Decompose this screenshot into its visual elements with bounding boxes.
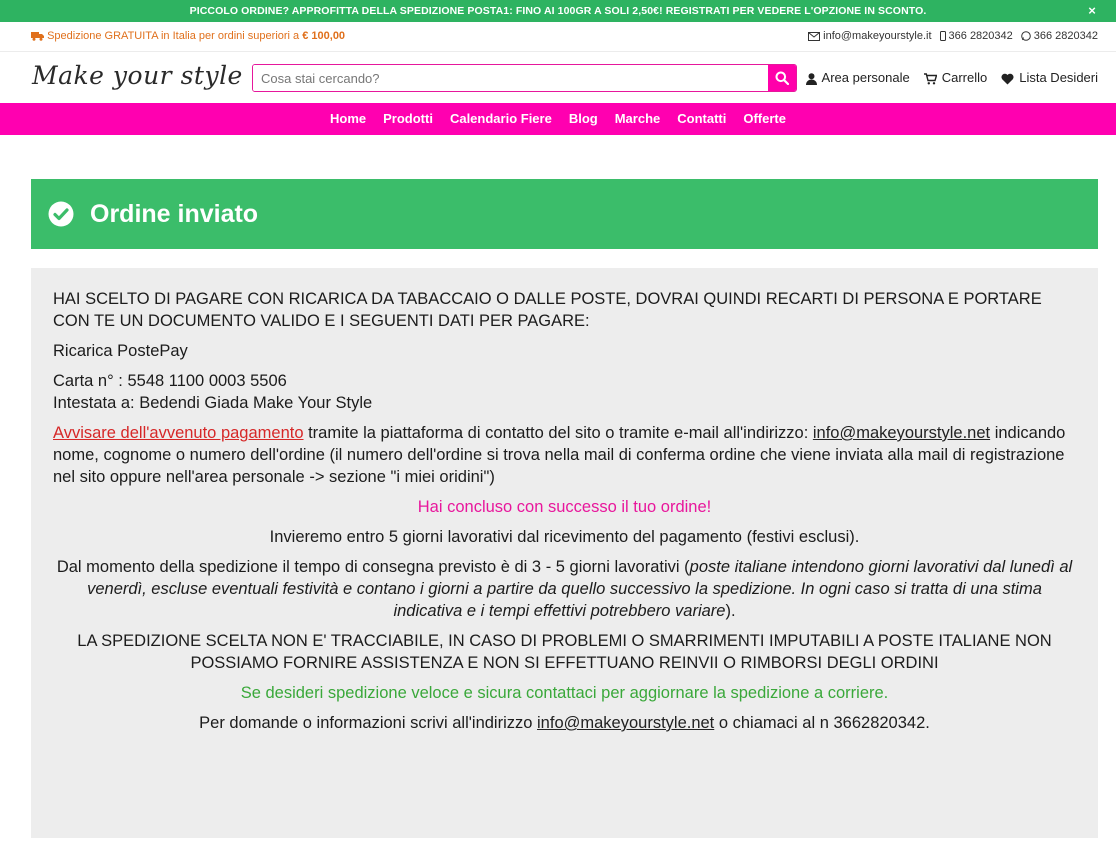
contact-whatsapp[interactable]: 366 2820342 (1020, 30, 1098, 42)
notify-text-1: tramite la piattaforma di contatto del s… (303, 424, 813, 442)
search-button[interactable] (768, 65, 796, 91)
wishlist-link[interactable]: Lista Desideri (1001, 70, 1098, 85)
delivery-text-2: ). (725, 602, 736, 620)
payment-method: Ricarica PostePay (53, 342, 188, 360)
cart-label: Carrello (941, 70, 988, 85)
contact-note: Per domande o informazioni scrivi all'in… (53, 712, 1076, 734)
tracking-warning: LA SPEDIZIONE SCELTA NON E' TRACCIABILE,… (77, 632, 1052, 672)
main-nav: Home Prodotti Calendario Fiere Blog Marc… (0, 103, 1116, 135)
nav-item-home[interactable]: Home (330, 103, 366, 135)
card-holder: Intestata a: Bedendi Giada Make Your Sty… (53, 394, 373, 412)
contact-email-link[interactable]: info@makeyourstyle.net (537, 714, 714, 732)
success-message: Hai concluso con successo il tuo ordine! (417, 498, 712, 516)
payment-notify: Avvisare dell'avvenuto pagamento tramite… (53, 422, 1076, 488)
wishlist-label: Lista Desideri (1019, 70, 1098, 85)
contact-note-text-2: o chiamaci al n 3662820342. (714, 714, 930, 732)
shipping-time: Invieremo entro 5 giorni lavorativi dal … (269, 528, 860, 546)
delivery-info: Dal momento della spedizione il tempo di… (53, 556, 1076, 622)
account-label: Area personale (821, 70, 910, 85)
account-link[interactable]: Area personale (805, 70, 910, 85)
whatsapp-icon (1020, 30, 1031, 42)
card-number: Carta n° : 5548 1100 0003 5506 (53, 372, 287, 390)
site-header: Make your style Area personale Carrello … (0, 53, 1116, 103)
site-logo[interactable]: Make your style (32, 61, 243, 90)
free-shipping-text: Spedizione GRATUITA in Italia per ordini… (47, 30, 300, 42)
contact-phone-text: 366 2820342 (948, 30, 1013, 42)
free-shipping-note: Spedizione GRATUITA in Italia per ordini… (31, 30, 345, 42)
search-icon (775, 69, 789, 87)
courier-upgrade-note: Se desideri spedizione veloce e sicura c… (240, 684, 889, 702)
order-success-banner: Ordine inviato (31, 179, 1098, 249)
user-icon (805, 70, 817, 85)
nav-item-prodotti[interactable]: Prodotti (383, 103, 433, 135)
contact-whatsapp-text: 366 2820342 (1033, 30, 1098, 42)
page-title: Ordine inviato (90, 199, 259, 228)
promo-banner: PICCOLO ORDINE? APPROFITTA DELLA SPEDIZI… (0, 0, 1116, 22)
nav-item-offerte[interactable]: Offerte (743, 103, 786, 135)
mobile-phone-icon (939, 30, 946, 42)
search-input[interactable] (253, 65, 768, 91)
free-shipping-amount: € 100,00 (302, 30, 346, 42)
contact-phone[interactable]: 366 2820342 (939, 30, 1013, 42)
order-details: HAI SCELTO DI PAGARE CON RICARICA DA TAB… (31, 268, 1098, 838)
nav-item-calendario-fiere[interactable]: Calendario Fiere (450, 103, 552, 135)
delivery-text-1: Dal momento della spedizione il tempo di… (56, 558, 690, 576)
nav-item-marche[interactable]: Marche (615, 103, 661, 135)
contact-note-text-1: Per domande o informazioni scrivi all'in… (199, 714, 538, 732)
close-icon[interactable]: × (1088, 0, 1096, 22)
contact-email-text: info@makeyourstyle.it (823, 30, 932, 42)
promo-text: PICCOLO ORDINE? APPROFITTA DELLA SPEDIZI… (189, 5, 927, 17)
heart-icon (1001, 70, 1014, 85)
payment-data: Carta n° : 5548 1100 0003 5506 Intestata… (53, 370, 1076, 414)
search-bar (252, 64, 797, 92)
info-bar: Spedizione GRATUITA in Italia per ordini… (0, 22, 1116, 52)
nav-item-blog[interactable]: Blog (569, 103, 598, 135)
payment-intro: HAI SCELTO DI PAGARE CON RICARICA DA TAB… (53, 290, 1042, 330)
truck-icon (31, 30, 47, 42)
header-links: Area personale Carrello Lista Desideri (805, 70, 1098, 85)
check-circle-icon (48, 201, 74, 227)
cart-link[interactable]: Carrello (923, 70, 988, 85)
envelope-icon (808, 30, 821, 42)
notify-payment-link[interactable]: Avvisare dell'avvenuto pagamento (53, 424, 304, 442)
cart-icon (923, 70, 937, 85)
contact-info: info@makeyourstyle.it 366 2820342 366 28… (808, 30, 1098, 42)
nav-item-contatti[interactable]: Contatti (677, 103, 726, 135)
notify-email-link[interactable]: info@makeyourstyle.net (813, 424, 990, 442)
contact-email[interactable]: info@makeyourstyle.it (808, 30, 932, 42)
